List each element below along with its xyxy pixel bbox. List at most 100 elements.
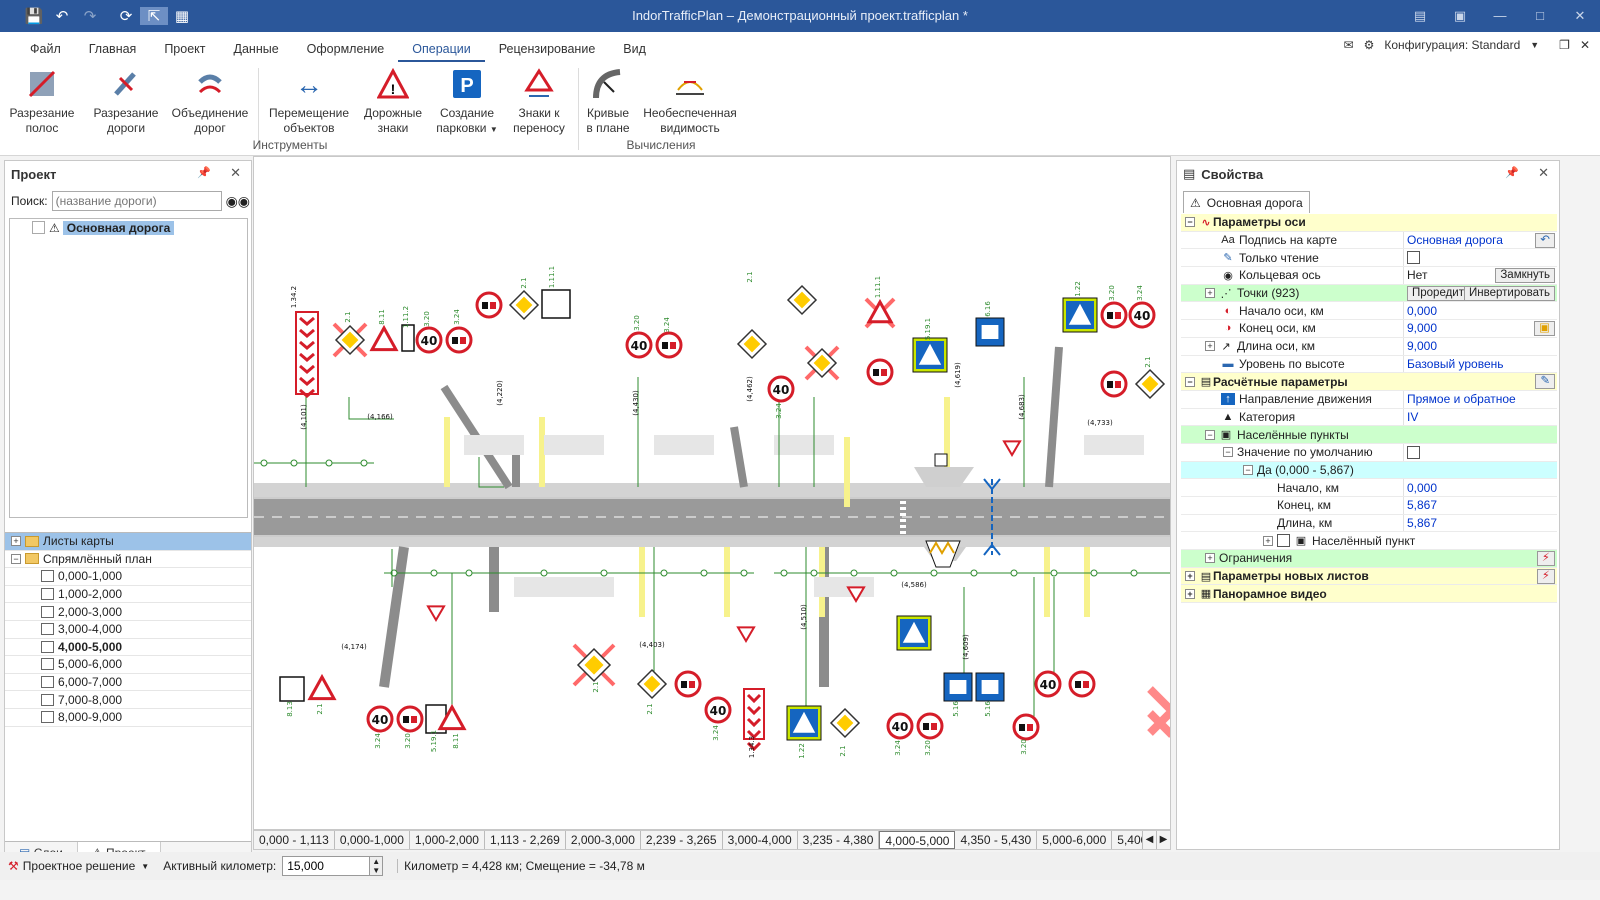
tree-item-map-sheets[interactable]: + Листы карты [5,533,251,551]
sheet-tab[interactable]: 1,113 - 2,269 [485,831,566,849]
collapse-icon[interactable]: − [1185,376,1195,387]
lock-icon[interactable]: ▣ [1534,321,1555,337]
pin-icon[interactable]: 📌 [197,166,211,179]
expand-icon[interactable]: + [11,536,21,547]
scroll-right-icon[interactable]: ▶ [1156,831,1170,849]
sheet-tab[interactable]: 0,000-1,000 [335,831,410,849]
scroll-left-icon[interactable]: ◀ [1142,831,1156,849]
prop-points[interactable]: + ⋰ Точки (923) Проредить Инвертировать [1181,284,1557,303]
prop-read-only[interactable]: ✎ Только чтение [1181,249,1557,268]
tab-data[interactable]: Данные [220,42,293,62]
road-item[interactable]: ⚠ Основная дорога [10,219,247,237]
sheet-item[interactable]: 7,000-8,000 [5,691,251,709]
sheet-tab[interactable]: 2,239 - 3,265 [641,831,723,849]
lane-cut-button[interactable]: Разрезание полос [8,66,76,136]
sheet-tab[interactable]: 0,000 - 1,113 [254,831,335,849]
chevron-down-icon[interactable]: ▼ [490,125,498,134]
search-input[interactable] [51,191,222,211]
collapse-icon[interactable]: − [1205,429,1215,440]
sheet-item[interactable]: 3,000-4,000 [5,621,251,639]
active-km-input[interactable] [282,856,371,876]
fullscreen-icon[interactable]: ▣ [1440,0,1480,32]
sheet-tab[interactable]: 4,350 - 5,430 [955,831,1038,849]
expand-icon[interactable]: + [1205,553,1215,564]
prop-default-value[interactable]: − Значение по умолчанию [1181,443,1557,462]
tab-view[interactable]: Вид [609,42,660,62]
mail-icon[interactable]: ✉ [1344,38,1354,52]
collapse-icon[interactable]: − [1243,464,1253,475]
doc-close-icon[interactable]: ✕ [1580,38,1590,52]
road-join-button[interactable]: Объединение дорог [170,66,250,136]
default-value-checkbox[interactable] [1407,445,1420,459]
prop-height-level[interactable]: ▬ Уровень по высоте Базовый уровень [1181,355,1557,374]
prop-start[interactable]: Начало, км 0,000 [1181,479,1557,497]
move-objects-button[interactable]: ↔ Перемещение объектов [266,66,352,136]
prop-yes-range[interactable]: − Да (0,000 - 5,867) [1181,461,1557,480]
create-parking-button[interactable]: P Создание парковки ▼ [434,66,500,137]
section-calc-params[interactable]: − ▤ Расчётные параметры ✎ [1181,373,1557,391]
prop-axis-length[interactable]: + ↗ Длина оси, км 9,000 [1181,337,1557,356]
sheet-tab[interactable]: 1,000-2,000 [410,831,485,849]
section-axis-params[interactable]: − ∿ Параметры оси [1181,214,1557,232]
prop-ring-axis[interactable]: ◉ Кольцевая ось Нет Замкнуть [1181,267,1557,285]
expand-icon[interactable]: + [1185,588,1195,599]
expand-icon[interactable]: + [1263,535,1273,546]
ribbon-display-icon[interactable]: ▤ [1400,0,1440,32]
lightning-icon[interactable]: ⚡ [1536,568,1555,584]
prop-restrictions[interactable]: + Ограничения ⚡ [1181,550,1557,568]
tab-review[interactable]: Рецензирование [485,42,610,62]
prop-end[interactable]: Конец, км 5,867 [1181,497,1557,515]
sheet-item[interactable]: 0,000-1,000 [5,568,251,586]
solution-dropdown[interactable]: Проектное решение [23,859,136,873]
section-panorama[interactable]: + ▦ Панорамное видео [1181,585,1557,604]
read-only-checkbox[interactable] [1407,251,1420,265]
expand-icon[interactable]: + [1185,571,1195,582]
prop-map-label[interactable]: Aa Подпись на карте Основная дорога ↶ [1181,231,1557,250]
spinner-icon[interactable]: ▲ ▼ [369,856,384,876]
transfer-signs-button[interactable]: Знаки к переносу [508,66,570,136]
prop-axis-start[interactable]: ◐ Начало оси, км 0,000 [1181,302,1557,321]
reset-icon[interactable]: ↶ [1535,232,1555,248]
road-plan-drawing[interactable]: 40 40 40 40 40 40 40 40 1.34.2 2.1 8.11 1.11.2 3.20 3… [254,157,1171,830]
tab-file[interactable]: Файл [16,42,75,62]
tab-design[interactable]: Оформление [293,42,399,62]
sheet-tab[interactable]: 3,235 - 4,380 [798,831,880,849]
chevron-down-icon[interactable]: ▼ [141,862,149,871]
maximize-button[interactable]: □ [1520,0,1560,32]
sheet-item[interactable]: 1,000-2,000 [5,586,251,604]
minimize-button[interactable]: — [1480,0,1520,32]
close-ring-button[interactable]: Замкнуть [1495,268,1555,284]
collapse-icon[interactable]: − [1223,447,1233,458]
invert-points-button[interactable]: Инвертировать [1464,285,1555,301]
expand-icon[interactable]: + [1205,288,1215,299]
sheet-tab[interactable]: 5,000-6,000 [1037,831,1113,849]
road-checkbox[interactable] [32,221,45,235]
sheet-item[interactable]: 5,000-6,000 [5,656,251,674]
sheet-item[interactable]: 6,000-7,000 [5,674,251,692]
expand-icon[interactable]: + [1205,341,1215,352]
close-icon[interactable]: ✕ [1538,165,1549,181]
sheet-item[interactable]: 8,000-9,000 [5,709,251,727]
section-new-sheets[interactable]: + ▤ Параметры новых листов ⚡ [1181,567,1557,586]
prop-category[interactable]: ▲ Категория IV [1181,408,1557,427]
sheet-item[interactable]: 2,000-3,000 [5,603,251,621]
map-canvas[interactable]: 40 40 40 40 40 40 40 40 1.34.2 2.1 8.11 1.11.2 3.20 3… [253,156,1171,830]
prop-settlements[interactable]: − ▣ Населённые пункты [1181,426,1557,444]
close-icon[interactable]: ✕ [230,165,241,181]
prop-direction[interactable]: ↑ Направление движения Прямое и обратное [1181,390,1557,409]
tree-item-straight-plan[interactable]: − Спрямлённый план [5,551,251,569]
prop-axis-end[interactable]: ◑ Конец оси, км 9,000 ▣ [1181,320,1557,338]
lightning-icon[interactable]: ⚡ [1536,551,1555,567]
sheet-tab[interactable]: 4,000-5,000 [879,831,956,849]
tab-operations[interactable]: Операции [398,42,485,62]
collapse-icon[interactable]: − [11,553,21,564]
prop-settlement[interactable]: + ▣ Населённый пункт [1181,532,1557,551]
prop-length[interactable]: Длина, км 5,867 [1181,514,1557,533]
tab-home[interactable]: Главная [75,42,151,62]
restore-icon[interactable]: ❐ [1559,38,1570,52]
road-cut-button[interactable]: Разрезание дороги [92,66,160,136]
close-button[interactable]: ✕ [1560,0,1600,32]
road-signs-button[interactable]: ! Дорожные знаки [360,66,426,136]
chevron-down-icon[interactable]: ▼ [1530,40,1539,50]
sheet-tab[interactable]: 2,000-3,000 [566,831,641,849]
